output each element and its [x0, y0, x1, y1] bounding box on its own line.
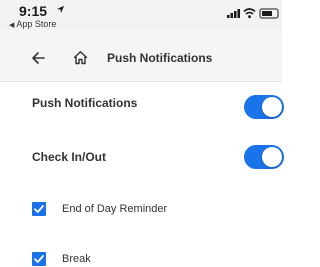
check-in-out-row: Check In/Out: [0, 132, 284, 182]
page-title: Push Notifications: [107, 51, 213, 65]
system-status-icons: [227, 8, 279, 19]
back-app-label: App Store: [16, 19, 57, 29]
toggle-knob: [262, 97, 282, 117]
check-icon: [34, 255, 44, 263]
break-row[interactable]: Break: [0, 245, 282, 267]
battery-icon: [259, 8, 279, 19]
check-in-out-toggle[interactable]: [244, 145, 284, 169]
end-of-day-reminder-row[interactable]: End of Day Reminder: [0, 195, 282, 225]
status-time: 9:15: [19, 3, 48, 19]
status-bar: 9:15 ◀ App Store: [0, 0, 282, 30]
break-label: Break: [62, 253, 91, 265]
back-to-app-store-link[interactable]: ◀ App Store: [9, 19, 56, 29]
back-triangle-icon: ◀: [9, 22, 15, 29]
location-arrow-icon: [56, 5, 65, 14]
check-in-out-label: Check In/Out: [32, 150, 107, 164]
back-arrow-icon[interactable]: [31, 51, 45, 65]
break-checkbox[interactable]: [32, 252, 46, 266]
end-of-day-reminder-checkbox[interactable]: [32, 202, 46, 216]
cellular-signal-icon: [227, 9, 240, 18]
push-notifications-label: Push Notifications: [32, 96, 138, 110]
check-icon: [34, 205, 44, 213]
wifi-icon: [243, 8, 256, 19]
push-notifications-toggle[interactable]: [244, 95, 284, 119]
home-icon[interactable]: [73, 50, 88, 65]
end-of-day-reminder-label: End of Day Reminder: [62, 203, 168, 215]
toggle-knob: [262, 147, 282, 167]
push-notifications-row: Push Notifications: [0, 82, 284, 132]
navigation-header: Push Notifications: [0, 30, 282, 82]
push-notifications-screen: 9:15 ◀ App Store Push Notifications Push…: [0, 0, 284, 267]
